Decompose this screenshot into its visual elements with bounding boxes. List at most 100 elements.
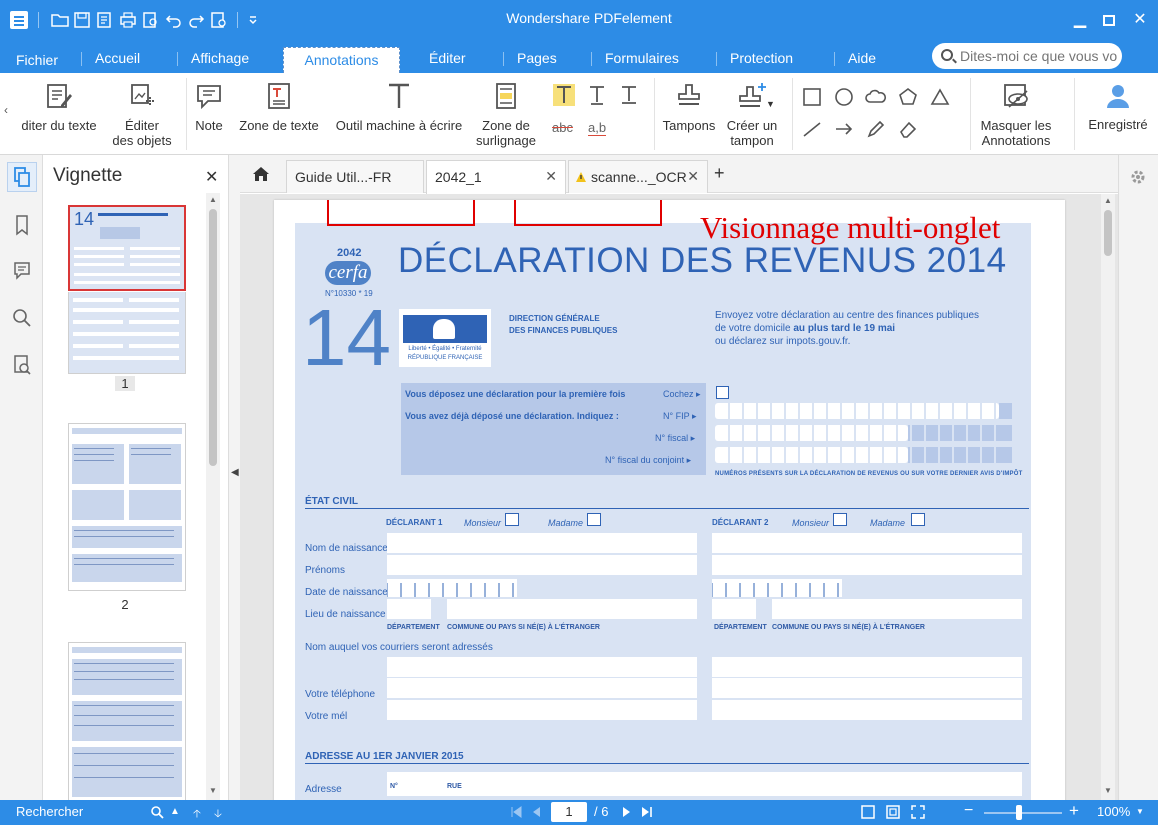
insert-text-icon[interactable]	[618, 84, 640, 106]
highlight-text-icon[interactable]	[553, 84, 575, 106]
page-thumbnail-2[interactable]	[68, 423, 186, 591]
stamps-button[interactable]: Tampons	[658, 73, 720, 153]
d1-date-naissance-field[interactable]	[387, 579, 517, 597]
previous-page-icon[interactable]	[531, 806, 541, 818]
close-icon[interactable]: ✕	[205, 167, 218, 187]
minimize-button[interactable]: ▁	[1068, 8, 1092, 32]
pencil-icon[interactable]	[865, 118, 887, 140]
arrow-down-icon[interactable]: 🡣	[214, 805, 222, 824]
oval-icon[interactable]	[833, 86, 855, 108]
scroll-down-icon[interactable]: ▼	[206, 784, 220, 798]
home-icon[interactable]	[252, 166, 270, 182]
scroll-up-icon[interactable]: ▲	[1101, 194, 1115, 208]
zoom-in-icon[interactable]: +	[1069, 801, 1079, 821]
d2-nom-courrier-field[interactable]	[712, 657, 1022, 677]
strikethrough-icon[interactable]: abc	[552, 120, 573, 135]
tell-me-search[interactable]	[932, 43, 1122, 69]
tell-me-input[interactable]	[960, 46, 1118, 66]
thumbnail-scrollbar[interactable]: ▲ ▼	[206, 193, 220, 800]
d2-departement-field[interactable]	[712, 599, 756, 619]
tab-editer[interactable]: Éditer	[429, 50, 466, 66]
tab-pages[interactable]: Pages	[503, 50, 557, 66]
fiscal-number-grid[interactable]	[715, 403, 1013, 467]
edit-text-button[interactable]: diter du texte	[12, 73, 106, 153]
d1-nom-courrier-field[interactable]	[387, 657, 697, 677]
last-page-icon[interactable]	[641, 806, 653, 818]
zoom-dropdown-icon[interactable]: ▼	[1136, 807, 1144, 816]
first-page-icon[interactable]	[510, 806, 522, 818]
page-thumbnail-1[interactable]: 14	[68, 205, 186, 291]
search-panel-icon[interactable]	[7, 303, 37, 333]
note-button[interactable]: Note	[189, 73, 229, 153]
tab-formulaires[interactable]: Formulaires	[591, 50, 679, 66]
search-doc-icon[interactable]	[7, 350, 37, 380]
d2-nom-courrier-field-2[interactable]	[712, 678, 1022, 698]
highlight-area-button[interactable]: Zone de surlignage	[470, 73, 542, 153]
d2-monsieur-checkbox[interactable]	[833, 513, 847, 526]
new-tab-icon[interactable]: +	[714, 163, 725, 184]
replace-text-icon[interactable]	[586, 84, 608, 106]
d1-nom-courrier-field-2[interactable]	[387, 678, 697, 698]
close-button[interactable]: ✕	[1128, 8, 1152, 32]
d2-telephone-field[interactable]	[712, 700, 1022, 720]
doc-tab-guide[interactable]: Guide Util...-FR	[286, 160, 424, 193]
doc-tab-2042[interactable]: 2042_1 ✕	[426, 160, 566, 194]
hide-annotations-button[interactable]: Masquer les Annotations	[974, 73, 1058, 153]
d1-departement-field[interactable]	[387, 599, 431, 619]
fit-width-icon[interactable]	[886, 805, 900, 819]
tab-annotations[interactable]: Annotations	[283, 47, 400, 73]
create-stamp-button[interactable]: Créer un tampon	[722, 73, 782, 153]
d2-date-naissance-field[interactable]	[712, 579, 842, 597]
doc-tab-scanned[interactable]: scanne..._OCR ✕	[568, 160, 708, 193]
triangle-icon[interactable]	[929, 86, 951, 108]
d2-nom-naissance-field[interactable]	[712, 533, 1022, 553]
tab-protection[interactable]: Protection	[715, 50, 793, 66]
previous-result-icon[interactable]: ▲	[170, 806, 180, 817]
d2-commune-field[interactable]	[772, 599, 1022, 619]
bookmark-icon[interactable]	[7, 210, 37, 240]
document-view[interactable]: 2042 cerfa N°10330 * 19 DÉCLARATION DES …	[240, 194, 1118, 800]
rectangle-icon[interactable]	[801, 86, 823, 108]
text-box-button[interactable]: Zone de texte	[232, 73, 326, 153]
ribbon-scroll-left-icon[interactable]: ‹	[4, 103, 8, 117]
close-tab-icon[interactable]: ✕	[687, 168, 699, 185]
d2-prenoms-field[interactable]	[712, 555, 1022, 575]
scrollbar-thumb[interactable]	[1104, 210, 1112, 256]
eraser-icon[interactable]	[897, 118, 919, 140]
d1-telephone-field[interactable]	[387, 700, 697, 720]
d1-monsieur-checkbox[interactable]	[505, 513, 519, 526]
tab-accueil[interactable]: Accueil	[80, 50, 140, 66]
zoom-slider-handle[interactable]	[1016, 805, 1023, 820]
arrow-icon[interactable]	[833, 118, 855, 140]
fit-page-icon[interactable]	[861, 805, 875, 819]
cloud-icon[interactable]	[865, 86, 887, 108]
underline-icon[interactable]: a,b	[588, 120, 607, 136]
document-scrollbar[interactable]: ▲ ▼	[1101, 194, 1115, 800]
panel-collapse-handle[interactable]: ◀	[229, 155, 240, 800]
zoom-slider[interactable]	[984, 812, 1062, 814]
tab-affichage[interactable]: Affichage	[176, 50, 249, 66]
scrollbar-thumb[interactable]	[209, 209, 217, 466]
zoom-out-icon[interactable]: −	[964, 802, 973, 820]
page-number-input[interactable]: 1	[551, 802, 587, 822]
d1-nom-naissance-field[interactable]	[387, 533, 697, 553]
comment-icon[interactable]	[7, 256, 37, 286]
typewriter-button[interactable]: Outil machine à écrire	[330, 73, 468, 153]
scroll-down-icon[interactable]: ▼	[1101, 784, 1115, 798]
close-tab-icon[interactable]: ✕	[545, 168, 557, 185]
d1-madame-checkbox[interactable]	[587, 513, 601, 526]
d2-madame-checkbox[interactable]	[911, 513, 925, 526]
edit-objects-button[interactable]: Éditer des objets	[106, 73, 178, 153]
maximize-button[interactable]	[1097, 8, 1121, 32]
first-time-checkbox[interactable]	[716, 386, 729, 399]
arrow-up-icon[interactable]: 🡡	[193, 805, 201, 824]
tab-fichier[interactable]: Fichier	[16, 52, 58, 68]
next-page-icon[interactable]	[622, 806, 632, 818]
account-button[interactable]: Enregistré	[1080, 73, 1156, 153]
adresse-field[interactable]	[387, 772, 1022, 796]
page-thumbnail-3[interactable]	[68, 642, 186, 802]
scroll-up-icon[interactable]: ▲	[206, 193, 220, 207]
thumbnails-panel-button[interactable]	[7, 162, 37, 192]
line-icon[interactable]	[801, 118, 823, 140]
tab-aide[interactable]: Aide	[833, 50, 876, 66]
